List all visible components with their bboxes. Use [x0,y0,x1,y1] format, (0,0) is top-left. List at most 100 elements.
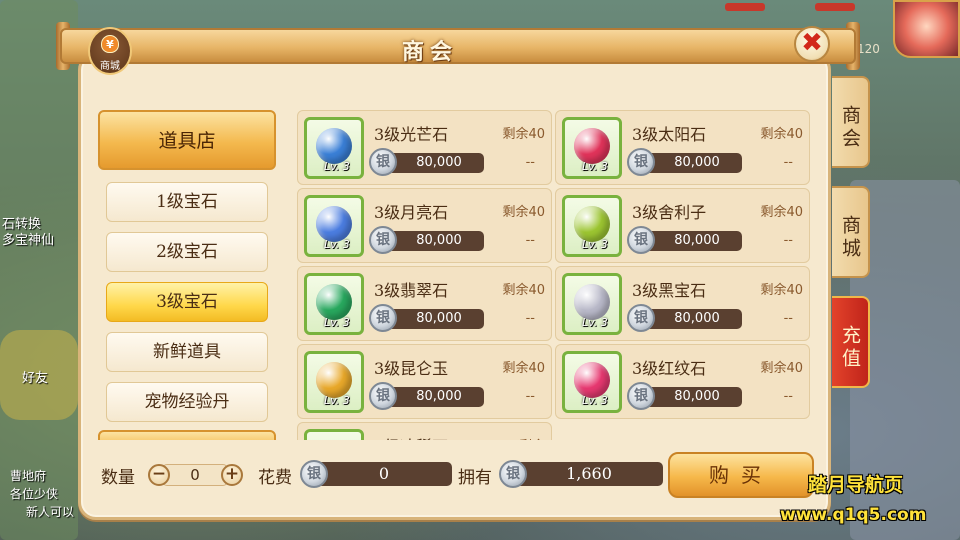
category-item[interactable]: 1级宝石 [106,182,268,222]
item-sold-count: -- [783,155,793,170]
item-level: Lv. 3 [582,316,608,329]
red-stone-icon [574,362,610,398]
item-name: 3级太阳石 [632,125,707,144]
owned-label: 拥有 [458,468,492,488]
item-name: 3级昆仑玉 [374,359,449,378]
shop-badge-label: 商城 [100,61,120,72]
item-icon-frame: Lv. 3 [304,351,364,413]
jade-stone-icon [316,284,352,320]
item-name: 3级舍利子 [632,203,707,222]
quantity-value[interactable]: 0 [162,464,228,486]
watermark-title: 踏月导航页 [808,474,904,496]
item-card[interactable]: Lv. 3 3级红纹石 剩余40 80,000 银 -- [555,344,810,419]
item-icon-frame: Lv. 3 [562,351,622,413]
item-sold-count: -- [525,311,535,326]
silver-coin-icon: 银 [627,148,655,176]
crystal-gem-icon [316,128,352,164]
tab-mall[interactable]: 商城 [832,186,870,278]
chat-line: 曹地府 [10,469,47,483]
item-card[interactable]: Lv. 3 3级光芒石 剩余40 80,000 银 -- [297,110,552,185]
item-icon-frame: Lv. 3 [304,273,364,335]
item-sold-count: -- [783,311,793,326]
item-icon-frame: Lv. 3 [562,195,622,257]
moon-stone-icon [316,206,352,242]
hud-value: 120 [857,42,880,56]
item-grid: Lv. 3 3级光芒石 剩余40 80,000 银 -- Lv. 3 3级太阳石… [297,110,817,440]
hud-mp-bar [815,3,855,11]
category-item-active[interactable]: 3级宝石 [106,282,268,322]
cost-value: 0 [316,462,452,486]
item-icon-frame: Lv. 3 [304,195,364,257]
item-sold-count: -- [525,389,535,404]
silver-coin-icon: 银 [369,304,397,332]
item-remaining: 剩余40 [760,283,803,298]
item-card[interactable]: Lv. 3 3级舍利子 剩余40 80,000 银 -- [555,188,810,263]
category-item[interactable]: 2级宝石 [106,232,268,272]
black-gem-icon [574,284,610,320]
close-button[interactable]: ✖ [794,26,830,62]
category-header-prop-shop[interactable]: 道具店 [98,110,276,170]
item-icon-frame [304,429,364,440]
item-sold-count: -- [525,155,535,170]
item-remaining: 剩余40 [502,127,545,142]
panel-title: 商会 [401,40,458,65]
category-list: 道具店 1级宝石 2级宝石 3级宝石 新鲜道具 宠物经验丹 [98,110,278,440]
item-remaining: 剩余40 [502,205,545,220]
silver-coin-icon: 银 [369,148,397,176]
item-card[interactable]: Lv. 3 3级昆仑玉 剩余40 80,000 银 -- [297,344,552,419]
item-icon-frame: Lv. 3 [304,117,364,179]
item-name: 3级红纹石 [632,359,707,378]
player-avatar[interactable] [893,0,960,58]
item-card[interactable]: Lv. 3 3级月亮石 剩余40 80,000 银 -- [297,188,552,263]
tab-recharge[interactable]: 充值 [832,296,870,388]
item-card[interactable]: 3级冰稀石 剩余 银 [297,422,552,440]
quantity-label: 数量 [101,468,135,488]
owned-value: 1,660 [515,462,663,486]
sarira-icon [574,206,610,242]
item-sold-count: -- [783,389,793,404]
category-item[interactable]: 新鲜道具 [106,332,268,372]
item-remaining: 剩余40 [760,127,803,142]
silver-coin-icon: 银 [369,382,397,410]
item-name: 3级月亮石 [374,203,449,222]
item-level: Lv. 3 [324,394,350,407]
kunlun-jade-icon [316,362,352,398]
watermark-url: www.q1q5.com [780,505,927,525]
tab-chamber-of-commerce[interactable]: 商会 [832,76,870,168]
silver-coin-icon: 银 [627,226,655,254]
scene-text: 多宝神仙 [2,233,55,248]
item-level: Lv. 3 [582,160,608,173]
item-card[interactable]: Lv. 3 3级太阳石 剩余40 80,000 银 -- [555,110,810,185]
item-remaining: 剩余40 [760,205,803,220]
item-level: Lv. 3 [324,238,350,251]
item-sold-count: -- [525,233,535,248]
item-level: Lv. 3 [582,394,608,407]
buy-button[interactable]: 购买 [668,452,814,498]
item-card[interactable]: Lv. 3 3级黑宝石 剩余40 80,000 银 -- [555,266,810,341]
item-icon-frame: Lv. 3 [562,273,622,335]
chat-line: 新人可以 [26,505,75,519]
silver-coin-icon: 银 [300,460,328,488]
money-bag-icon: ¥ [101,35,119,53]
item-card[interactable]: Lv. 3 3级翡翠石 剩余40 80,000 银 -- [297,266,552,341]
sun-stone-icon [574,128,610,164]
item-remaining: 剩余40 [502,283,545,298]
item-level: Lv. 3 [582,238,608,251]
chat-line: 各位少侠 [10,487,59,501]
silver-coin-icon: 银 [627,304,655,332]
item-remaining: 剩余40 [502,361,545,376]
item-level: Lv. 3 [324,316,350,329]
item-name: 3级黑宝石 [632,281,707,300]
item-name: 3级光芒石 [374,125,449,144]
item-name: 3级冰稀石 [374,433,448,440]
item-remaining: 剩余40 [760,361,803,376]
shop-badge: ¥ 商城 [88,27,132,75]
category-header-partial[interactable] [98,430,276,440]
item-sold-count: -- [783,233,793,248]
silver-coin-icon: 银 [499,460,527,488]
category-item[interactable]: 宠物经验丹 [106,382,268,422]
increase-quantity-button[interactable]: + [221,464,243,486]
friends-button-label[interactable]: 好友 [22,367,48,386]
decrease-quantity-button[interactable]: − [148,464,170,486]
item-level: Lv. 3 [324,160,350,173]
